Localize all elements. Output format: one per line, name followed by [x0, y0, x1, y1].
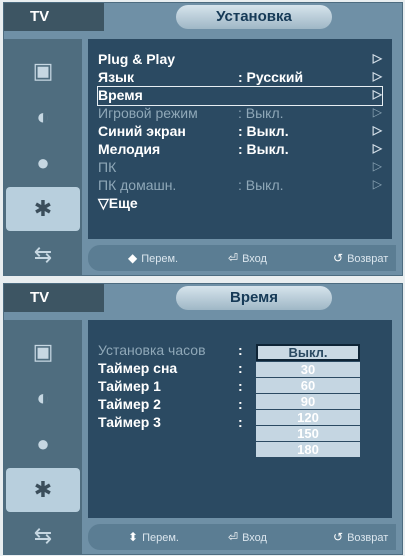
colon-separator: :: [238, 414, 243, 430]
arrow-right-icon: ▷: [372, 159, 382, 173]
channel-icon: ●: [36, 431, 50, 456]
colon-separator: :: [238, 378, 243, 394]
colon-separator: :: [238, 396, 243, 412]
arrow-right-icon: ▷: [372, 123, 382, 137]
arrow-right-icon: ▷: [372, 51, 382, 65]
sidebar-setup[interactable]: ✱: [6, 468, 80, 512]
footer-back: ↺ Возврат: [333, 251, 389, 265]
menu-footer: ◆ Перем. ⏎ Вход ↺ Возврат: [88, 245, 396, 271]
menu-item-language[interactable]: Язык: Русский ▷: [98, 69, 382, 87]
dropdown-option-180[interactable]: 180: [256, 442, 360, 457]
sidebar-channel[interactable]: ●: [14, 422, 72, 466]
arrow-right-icon: ▷: [372, 141, 382, 155]
menu-item-plug-and-play[interactable]: Plug & Play ▷: [98, 51, 382, 69]
menu-item-time[interactable]: Время ▷: [97, 86, 383, 106]
sleep-timer-dropdown[interactable]: Выкл. 30 60 90 120 150 180: [256, 344, 360, 458]
footer-enter: ⏎ Вход: [228, 251, 267, 265]
picture-icon: ▣: [32, 339, 54, 364]
footer-enter: ⏎ Вход: [228, 530, 267, 544]
footer-back: ↺ Возврат: [333, 530, 389, 544]
sound-icon: ◐: [36, 104, 50, 129]
footer-move: ◆ Перем.: [128, 251, 179, 265]
arrow-right-icon: ▷: [372, 69, 382, 83]
menu-content: Установка часов Таймер сна Таймер 1 Тайм…: [88, 320, 392, 518]
menu-title: Время: [176, 286, 332, 310]
tv-label: TV: [4, 284, 104, 312]
menu-header: TV Установка: [4, 3, 402, 39]
dropdown-option-90[interactable]: 90: [256, 394, 360, 409]
input-icon: ⇆: [33, 523, 53, 548]
time-menu-panel: TV Время ▣ ◐ ● ✱ ⇆ Установка часов Тайме…: [3, 283, 403, 555]
footer-move: ⬍ Перем.: [128, 530, 179, 544]
return-icon: ↺: [333, 530, 344, 544]
arrow-right-icon: ▷: [372, 87, 382, 101]
input-icon: ⇆: [33, 242, 53, 267]
sidebar-picture[interactable]: ▣: [14, 330, 72, 374]
menu-item-blue-screen[interactable]: Синий экран: Выкл. ▷: [98, 123, 382, 141]
setup-icon: ✱: [33, 477, 53, 502]
menu-item-more[interactable]: ▽Еще: [98, 195, 382, 213]
dropdown-option-30[interactable]: 30: [256, 362, 360, 377]
sound-icon: ◐: [36, 385, 50, 410]
move-icon: ◆: [128, 251, 138, 265]
dropdown-option-120[interactable]: 120: [256, 410, 360, 425]
dropdown-option-150[interactable]: 150: [256, 426, 360, 441]
dropdown-option-60[interactable]: 60: [256, 378, 360, 393]
sidebar-channel[interactable]: ●: [14, 141, 72, 185]
enter-icon: ⏎: [228, 530, 239, 544]
dropdown-option-off[interactable]: Выкл.: [256, 344, 360, 361]
move-icon: ⬍: [128, 530, 139, 544]
menu-item-game-mode[interactable]: Игровой режим: Выкл. ▷: [98, 105, 382, 123]
sidebar-input[interactable]: ⇆: [14, 233, 72, 275]
arrow-right-icon: ▷: [372, 177, 382, 191]
sidebar-setup[interactable]: ✱: [6, 187, 80, 231]
menu-item-melody[interactable]: Мелодия: Выкл. ▷: [98, 141, 382, 159]
menu-sidebar: ▣ ◐ ● ✱ ⇆: [4, 39, 82, 275]
menu-header: TV Время: [4, 284, 402, 320]
setup-icon: ✱: [33, 196, 53, 221]
colon-separator: :: [238, 342, 243, 358]
menu-item-pc-home[interactable]: ПК домашн.: Выкл. ▷: [98, 177, 382, 195]
menu-sidebar: ▣ ◐ ● ✱ ⇆: [4, 320, 82, 554]
sidebar-sound[interactable]: ◐: [14, 95, 72, 139]
menu-item-pc[interactable]: ПК ▷: [98, 159, 382, 177]
tv-label: TV: [4, 3, 104, 31]
menu-content: Plug & Play ▷ Язык: Русский ▷ Время ▷ Игров…: [88, 39, 392, 239]
enter-icon: ⏎: [228, 251, 239, 265]
menu-title: Установка: [176, 5, 332, 29]
colon-separator: :: [238, 360, 243, 376]
setup-menu-panel: TV Установка ▣ ◐ ● ✱ ⇆ Plug & Play ▷ Язык…: [3, 2, 403, 276]
menu-footer: ⬍ Перем. ⏎ Вход ↺ Возврат: [88, 524, 396, 550]
return-icon: ↺: [333, 251, 344, 265]
arrow-right-icon: ▷: [372, 105, 382, 119]
sidebar-input[interactable]: ⇆: [14, 514, 72, 554]
sidebar-picture[interactable]: ▣: [14, 49, 72, 93]
picture-icon: ▣: [32, 58, 54, 83]
sidebar-sound[interactable]: ◐: [14, 376, 72, 420]
channel-icon: ●: [36, 150, 50, 175]
